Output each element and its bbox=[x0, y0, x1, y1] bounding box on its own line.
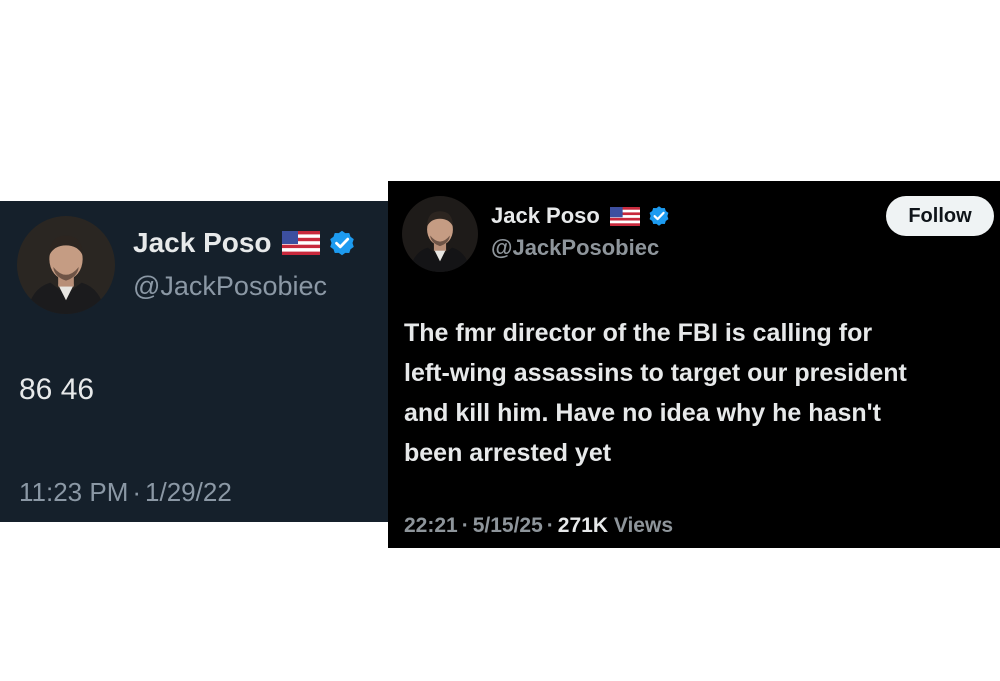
verified-badge-icon bbox=[647, 204, 671, 228]
tweet-date[interactable]: 1/29/22 bbox=[145, 477, 232, 507]
tweet-text: The fmr director of the FBI is calling f… bbox=[404, 319, 907, 467]
meta-separator: · bbox=[132, 477, 142, 507]
author-handle[interactable]: @JackPosobiec bbox=[491, 235, 659, 261]
tweet-time[interactable]: 11:23 PM bbox=[19, 477, 128, 507]
avatar-image bbox=[17, 216, 115, 314]
us-flag-icon bbox=[609, 206, 640, 226]
tweet-meta: 22:21 · 5/15/25 · 271K Views bbox=[404, 514, 673, 538]
meta-separator: · bbox=[546, 514, 554, 537]
author-name[interactable]: Jack Poso bbox=[491, 203, 600, 229]
views-count[interactable]: 271K bbox=[558, 514, 608, 537]
tweet-meta: 11:23 PM · 1/29/22 bbox=[19, 477, 232, 508]
verified-badge-icon bbox=[327, 228, 357, 258]
author-row: Jack Poso bbox=[491, 203, 671, 229]
avatar[interactable] bbox=[402, 196, 478, 272]
tweet-time[interactable]: 22:21 bbox=[404, 514, 458, 537]
avatar-image bbox=[402, 196, 478, 272]
tweet-card-left: Jack Poso @JackPosobiec 86 46 11:23 PM · 1… bbox=[0, 201, 392, 522]
avatar[interactable] bbox=[17, 216, 115, 314]
author-row: Jack Poso bbox=[133, 227, 357, 259]
us-flag-icon bbox=[281, 231, 320, 255]
follow-button[interactable]: Follow bbox=[886, 196, 994, 236]
author-name[interactable]: Jack Poso bbox=[133, 227, 272, 259]
tweet-date[interactable]: 5/15/25 bbox=[473, 514, 543, 537]
meta-separator: · bbox=[461, 514, 469, 537]
tweet-card-right: Jack Poso @JackPosobiec Follow The fmr d… bbox=[388, 181, 1000, 548]
tweet-text: 86 46 bbox=[19, 373, 95, 406]
views-label: Views bbox=[613, 514, 673, 537]
author-handle[interactable]: @JackPosobiec bbox=[133, 271, 327, 302]
